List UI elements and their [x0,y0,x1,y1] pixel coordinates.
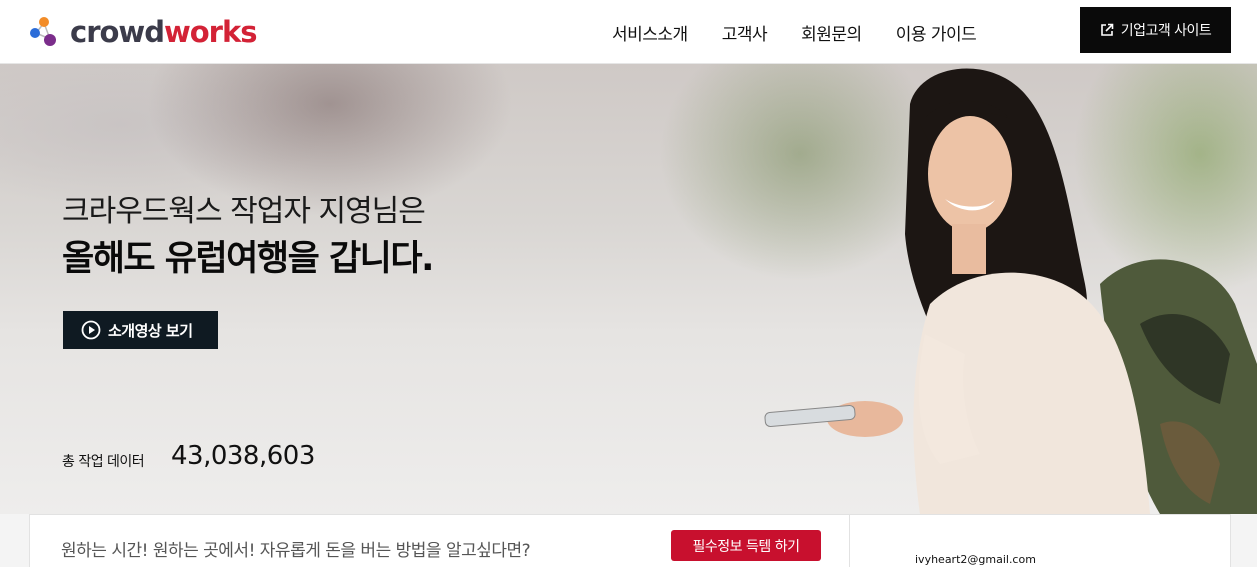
nav-usage-guide[interactable]: 이용 가이드 [896,20,977,45]
promo-panel: 원하는 시간! 원하는 곳에서! 자유롭게 돈을 버는 방법을 알고싶다면? 필… [29,514,850,567]
nav-member-inquiry[interactable]: 회원문의 [801,20,862,45]
hero-woman-photo [764,68,1257,514]
promo-text: 원하는 시간! 원하는 곳에서! 자유롭게 돈을 버는 방법을 알고싶다면? [61,541,531,561]
nav-clients[interactable]: 고객사 [722,20,768,45]
intro-video-label: 소개영상 보기 [108,321,193,340]
corporate-site-button[interactable]: 기업고객 사이트 [1080,7,1231,53]
total-work-data-value: 43,038,603 [171,441,315,471]
user-email: ivyheart2@gmail.com [915,553,1036,566]
total-work-data-label: 총 작업 데이터 [62,454,145,470]
logo-text: crowdworks [70,15,258,49]
nav-service-intro[interactable]: 서비스소개 [612,20,688,45]
logo-works: works [163,15,258,49]
get-info-button[interactable]: 필수정보 득템 하기 [671,530,821,561]
account-panel: ivyheart2@gmail.com [849,514,1231,567]
logo-dots-icon [30,17,56,46]
hero-banner: 크라우드웍스 작업자 지영님은 올해도 유럽여행을 갑니다. 소개영상 보기 총… [0,64,1257,514]
crowdworks-logo[interactable]: crowdworks [28,14,258,50]
play-circle-icon [81,320,101,340]
bottom-strip: 원하는 시간! 원하는 곳에서! 자유롭게 돈을 버는 방법을 알고싶다면? 필… [0,514,1257,567]
logo-crowd: crowd [70,15,165,49]
external-link-icon [1100,23,1113,36]
intro-video-button[interactable]: 소개영상 보기 [63,311,218,349]
main-nav: 서비스소개 고객사 회원문의 이용 가이드 [595,0,993,64]
top-header: crowdworks 서비스소개 고객사 회원문의 이용 가이드 기업고객 사이… [0,0,1257,64]
hero-headline: 올해도 유럽여행을 갑니다. [62,239,434,279]
corporate-site-label: 기업고객 사이트 [1120,23,1212,39]
hero-subheadline: 크라우드웍스 작업자 지영님은 [62,194,426,229]
